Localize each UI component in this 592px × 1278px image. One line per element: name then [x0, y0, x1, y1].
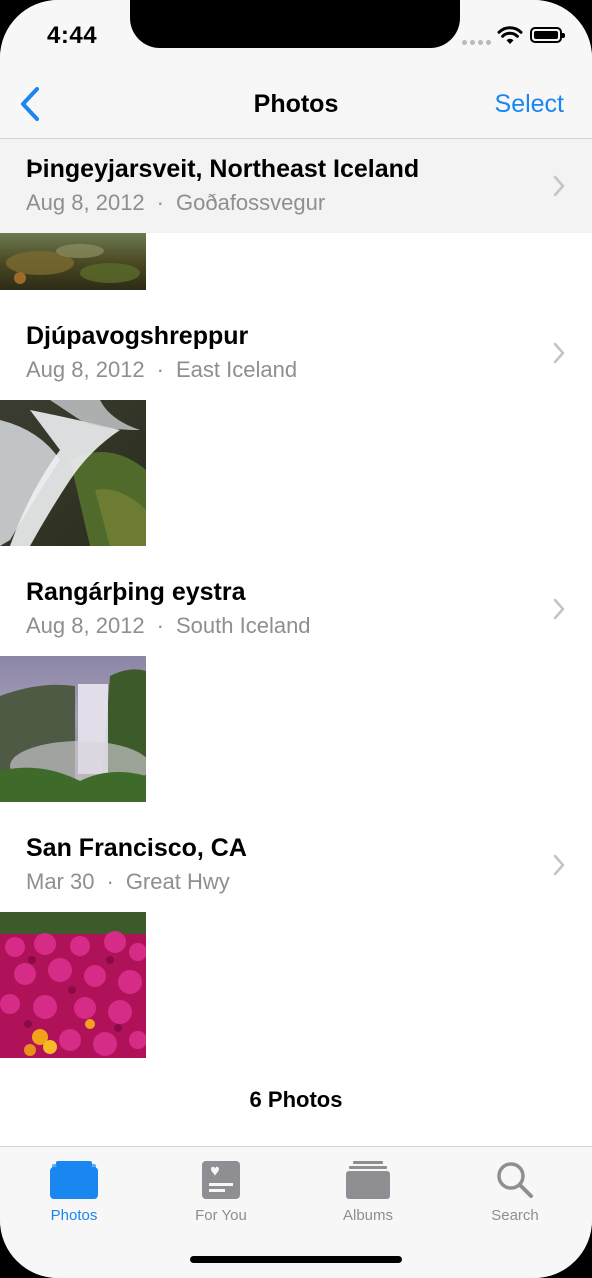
cellular-signal-icon [462, 40, 491, 45]
moment-date: Aug 8, 2012 [26, 190, 145, 215]
phone-screen: 4:44 Photos Select Þingeyjarsveit, North… [0, 0, 592, 1278]
moment-section: San Francisco, CA Mar 30 · Great Hwy [0, 818, 592, 1058]
for-you-icon [202, 1161, 240, 1199]
tab-label: Photos [50, 1207, 98, 1224]
search-icon [497, 1162, 533, 1198]
tab-label: Search [491, 1207, 539, 1224]
photo-thumbnail[interactable] [0, 233, 146, 290]
moment-section: Djúpavogshreppur Aug 8, 2012 · East Icelan… [0, 306, 592, 546]
tab-photos[interactable]: Photos [14, 1157, 134, 1224]
chevron-right-icon [553, 175, 565, 197]
photo-thumbnail[interactable] [0, 400, 146, 546]
moment-title: San Francisco, CA [26, 834, 247, 862]
moments-list[interactable]: Þingeyjarsveit, Northeast Iceland Aug 8,… [0, 139, 592, 1146]
moment-date: Aug 8, 2012 [26, 613, 145, 638]
moment-title: Rangárþing eystra [26, 578, 246, 606]
tab-label: For You [195, 1207, 247, 1224]
moment-date: Aug 8, 2012 [26, 357, 145, 382]
moment-place: Great Hwy [125, 869, 230, 894]
moment-header[interactable]: Þingeyjarsveit, Northeast Iceland Aug 8,… [0, 139, 592, 233]
tab-label: Albums [342, 1207, 394, 1224]
moment-subtitle: Mar 30 · Great Hwy [26, 869, 230, 894]
moment-place: Goðafossvegur [176, 190, 326, 215]
chevron-right-icon [553, 342, 565, 364]
battery-icon [530, 27, 565, 43]
moment-header[interactable]: Djúpavogshreppur Aug 8, 2012 · East Icelan… [0, 306, 592, 400]
moment-header[interactable]: Rangárþing eystra Aug 8, 2012 · South Icel… [0, 562, 592, 656]
tab-for-you[interactable]: For You [161, 1157, 281, 1224]
moment-subtitle: Aug 8, 2012 · South Iceland [26, 613, 311, 638]
select-button[interactable]: Select [495, 90, 564, 119]
chevron-right-icon [553, 598, 565, 620]
photos-stack-icon [50, 1161, 98, 1199]
moment-section: Rangárþing eystra Aug 8, 2012 · South Icel… [0, 562, 592, 802]
device-notch [130, 0, 460, 48]
photo-thumbnail[interactable] [0, 912, 146, 1058]
status-time: 4:44 [47, 22, 98, 49]
navigation-bar: Photos Select [0, 70, 592, 139]
moment-subtitle: Aug 8, 2012 · East Iceland [26, 357, 298, 382]
home-indicator[interactable] [190, 1256, 402, 1263]
moment-subtitle: Aug 8, 2012 · Goðafossvegur [26, 190, 326, 215]
photo-count: 6 Photos [249, 1087, 343, 1112]
tab-search[interactable]: Search [455, 1157, 575, 1224]
moment-date: Mar 30 [26, 869, 95, 894]
moment-title: Þingeyjarsveit, Northeast Iceland [26, 155, 420, 183]
tab-albums[interactable]: Albums [308, 1157, 428, 1224]
photo-thumbnail[interactable] [0, 656, 146, 802]
moment-title: Djúpavogshreppur [26, 322, 249, 350]
chevron-right-icon [553, 854, 565, 876]
moment-place: East Iceland [176, 357, 298, 382]
moment-section: Þingeyjarsveit, Northeast Iceland Aug 8,… [0, 139, 592, 290]
moment-header[interactable]: San Francisco, CA Mar 30 · Great Hwy [0, 818, 592, 912]
albums-icon [346, 1161, 390, 1199]
moment-place: South Iceland [176, 613, 311, 638]
wifi-icon [497, 26, 523, 44]
